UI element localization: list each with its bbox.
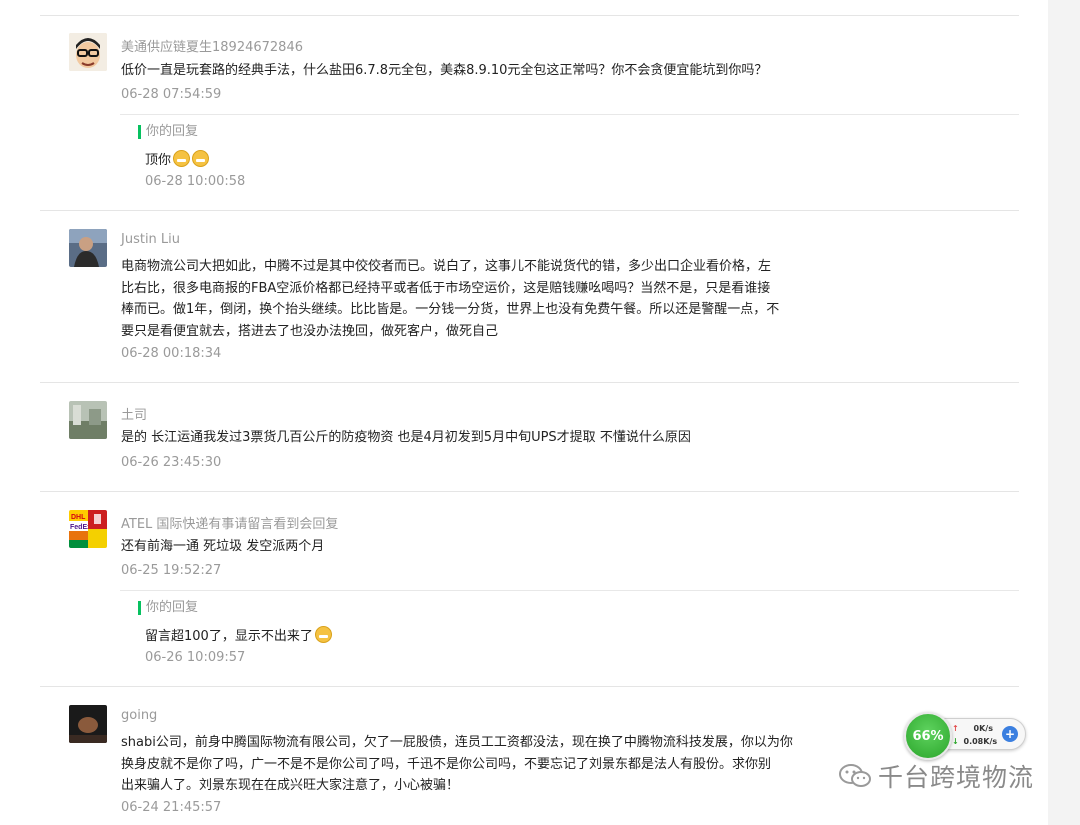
divider	[40, 210, 1019, 211]
grin-emoji-icon	[192, 150, 210, 167]
gauge-percent: 66%	[912, 728, 944, 744]
svg-text:DHL: DHL	[71, 514, 86, 521]
reply-text: 留言超100了，显示不出来了	[145, 625, 332, 644]
comment-time: 06-25 19:52:27	[121, 563, 222, 578]
reply-label: 你的回复	[138, 601, 198, 615]
reply-time: 06-28 10:00:58	[145, 174, 246, 189]
person-photo-avatar[interactable]	[69, 229, 107, 267]
watermark-text: 千台跨境物流	[878, 763, 1035, 792]
upload-arrow-icon: ↑	[952, 724, 959, 733]
commenter-name: Justin Liu	[121, 232, 181, 247]
comment-text-line: 换身皮就不是你了吗，广一不是不是你公司了吗，千迅不是你公司吗，不要忘记了刘景东都…	[121, 756, 772, 772]
courier-logos-avatar[interactable]: DHL FedEx	[69, 510, 107, 548]
reply-label: 你的回复	[138, 125, 198, 139]
expand-plus-button[interactable]: +	[1002, 726, 1018, 742]
reply-text-content: 留言超100了，显示不出来了	[145, 629, 313, 644]
watermark: 千台跨境物流	[838, 758, 1034, 794]
divider	[40, 382, 1019, 383]
comment-text-line: shabi公司，前身中腾国际物流有限公司，欠了一屁股债，连员工工资都没法，现在换…	[121, 735, 793, 750]
comment-time: 06-26 23:45:30	[121, 455, 222, 470]
smile-emoji-icon	[314, 626, 332, 643]
download-speed-value: 0.08K/s	[963, 737, 998, 746]
divider	[40, 15, 1019, 16]
reply-time: 06-26 10:09:57	[145, 650, 246, 665]
landscape-photo-avatar[interactable]	[69, 401, 107, 439]
comment-text: 是的 长江运通我发过3票货几百公斤的防疫物资 也是4月初发到5月中旬UPS才提取…	[121, 430, 691, 445]
memory-usage-gauge[interactable]: 66%	[904, 712, 952, 760]
comment-text-line: 出来骗人了。刘景东现在在成兴旺大家注意了，小心被骗！	[121, 778, 460, 793]
commenter-name: 美通供应链夏生18924672846	[121, 40, 303, 55]
download-speed: ↓ 0.08K/s	[952, 737, 997, 746]
wechat-icon	[839, 764, 871, 787]
comment-time: 06-24 21:45:57	[121, 800, 222, 815]
network-speed-widget[interactable]: 66% ↑ 0K/s ↓ 0.08K/s +	[904, 712, 1026, 760]
comment-time: 06-28 07:54:59	[121, 87, 222, 102]
reply-text: 顶你	[145, 149, 210, 168]
reply-divider	[120, 590, 1019, 591]
comments-panel: 美通供应链夏生18924672846 低价一直是玩套路的经典手法，什么盐田6.7…	[0, 0, 1048, 825]
download-arrow-icon: ↓	[952, 737, 959, 746]
reply-text-content: 顶你	[145, 153, 172, 168]
comment-text-line: 棒而已。做1年，倒闭，换个抬头继续。比比皆是。一分钱一分货，世界上也没有免费午餐…	[121, 302, 780, 317]
comment-text-line: 要只是看便宜就去，搭进去了也没办法挽回，做死客户，做死自己	[121, 323, 499, 339]
upload-speed: ↑ 0K/s	[952, 724, 993, 733]
commenter-name: ATEL 国际快递有事请留言看到会回复	[121, 517, 339, 532]
comment-text: 低价一直是玩套路的经典手法，什么盐田6.7.8元全包，美森8.9.10元全包这正…	[121, 63, 768, 78]
svg-text:FedEx: FedEx	[70, 524, 91, 531]
reply-divider	[120, 114, 1019, 115]
commenter-name: going	[121, 708, 158, 723]
dark-photo-avatar[interactable]	[69, 705, 107, 743]
comment-text-line: 比右比，很多电商报的FBA空派价格都已经持平或者低于市场空运价，这是赔钱赚吆喝吗…	[121, 280, 771, 296]
grin-emoji-icon	[173, 150, 191, 167]
comment-time: 06-28 00:18:34	[121, 346, 222, 361]
upload-speed-value: 0K/s	[973, 724, 993, 733]
commenter-name: 土司	[121, 408, 148, 423]
comment-text: 还有前海一通 死垃圾 发空派两个月	[121, 539, 325, 554]
page-scroll-gutter	[1048, 0, 1080, 825]
divider	[40, 686, 1019, 687]
divider	[40, 491, 1019, 492]
comment-text-line: 电商物流公司大把如此，中腾不过是其中佼佼者而已。说白了，这事儿不能说货代的错，多…	[121, 259, 772, 274]
cartoon-avatar-icon[interactable]	[69, 33, 107, 71]
